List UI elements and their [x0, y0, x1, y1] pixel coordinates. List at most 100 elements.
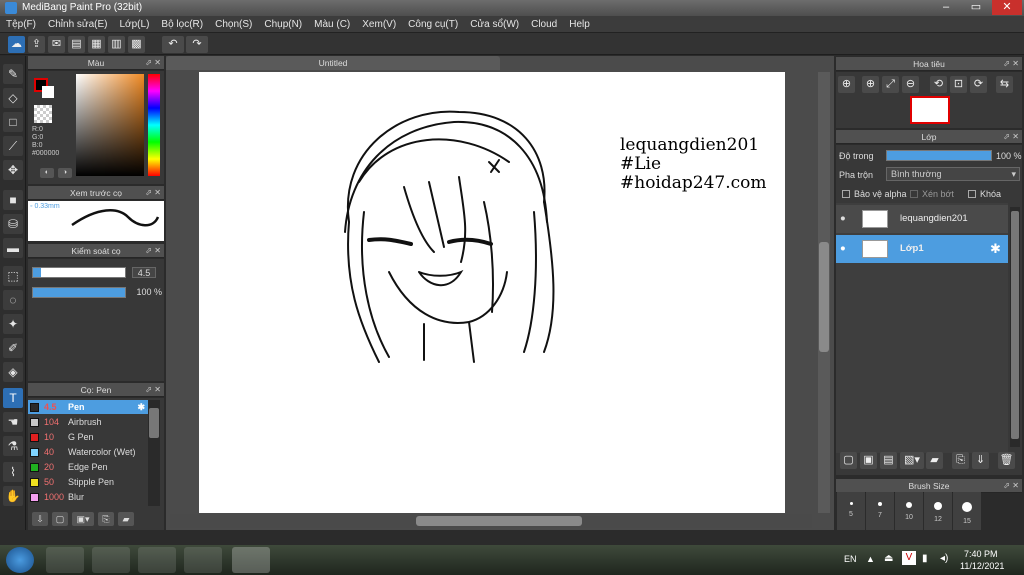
- language-indicator[interactable]: EN: [844, 554, 857, 564]
- zoom-in-icon[interactable]: ⊕: [838, 76, 855, 93]
- background-color-swatch[interactable]: [42, 86, 54, 98]
- tray-arrow-icon[interactable]: ▲: [866, 554, 875, 564]
- line-tool-icon[interactable]: ⟋: [3, 136, 23, 156]
- network-icon[interactable]: ▮: [922, 553, 928, 564]
- layer-row-lop1[interactable]: ● Lớp1 ✱: [836, 235, 1008, 263]
- add-layer-menu-icon[interactable]: ▧▾: [900, 452, 924, 469]
- panel-close-icon[interactable]: ⬀ ✕: [145, 244, 161, 258]
- panel-close-icon[interactable]: ⬀ ✕: [1003, 130, 1019, 144]
- panel-close-icon[interactable]: ⬀ ✕: [1003, 57, 1019, 71]
- media-player-icon[interactable]: [92, 547, 130, 573]
- operation-tool-icon[interactable]: ☚: [3, 412, 23, 432]
- app-icon[interactable]: [184, 547, 222, 573]
- brush-item[interactable]: 50 Stipple Pen: [28, 475, 148, 489]
- antivirus-icon[interactable]: V: [902, 551, 916, 565]
- layer-opacity-slider[interactable]: [886, 150, 992, 161]
- download-icon[interactable]: ⇩: [32, 512, 48, 526]
- add-brush-icon[interactable]: ▣▾: [72, 512, 94, 526]
- canvas-vertical-scrollbar[interactable]: [818, 72, 830, 513]
- brush-size-preset-15[interactable]: 15: [953, 492, 981, 530]
- protect-alpha-checkbox[interactable]: Bảo vệ alpha: [842, 189, 907, 199]
- eyedropper-icon[interactable]: ⌇: [3, 462, 23, 482]
- panel-close-icon[interactable]: ⬀ ✕: [145, 383, 161, 397]
- brush-item[interactable]: 4.5 Pen ✱: [28, 400, 148, 414]
- bucket-tool-icon[interactable]: ⛁: [3, 214, 23, 234]
- page-icon[interactable]: ▦: [88, 36, 105, 53]
- menu-select[interactable]: Chọn(S): [209, 16, 258, 33]
- start-button-icon[interactable]: [6, 547, 34, 573]
- menu-layer[interactable]: Lớp(L): [114, 16, 156, 33]
- folder-icon[interactable]: ▰: [926, 452, 943, 469]
- merge-layer-icon[interactable]: ⇓: [972, 452, 989, 469]
- gradient-tool-icon[interactable]: ▬: [3, 238, 23, 258]
- text-tool-icon[interactable]: T: [3, 388, 23, 408]
- menu-help[interactable]: Help: [563, 16, 596, 33]
- clipping-checkbox[interactable]: Xén bớt: [910, 189, 954, 199]
- size-value[interactable]: 4.5: [132, 267, 156, 278]
- chat-icon[interactable]: ✉: [48, 36, 65, 53]
- rectangle-tool-icon[interactable]: □: [3, 112, 23, 132]
- volume-icon[interactable]: ◂): [940, 553, 948, 564]
- share-icon[interactable]: ⇪: [28, 36, 45, 53]
- lock-checkbox[interactable]: Khóa: [968, 189, 1001, 199]
- magic-wand-icon[interactable]: ✦: [3, 314, 23, 334]
- layer-row-lequangdien201[interactable]: ● lequangdien201: [836, 205, 1008, 233]
- eraser-tool-icon[interactable]: ◇: [3, 88, 23, 108]
- hand-tool-icon[interactable]: ✋: [3, 486, 23, 506]
- clock-time[interactable]: 7:40 PM: [964, 549, 998, 559]
- minimize-button[interactable]: –: [932, 0, 960, 15]
- fit-icon[interactable]: ⤢: [882, 76, 899, 93]
- copy-brush-icon[interactable]: ⎘: [98, 512, 114, 526]
- menu-window[interactable]: Cửa sổ(W): [464, 16, 525, 33]
- folder-icon[interactable]: ▰: [118, 512, 134, 526]
- brush-size-preset-5[interactable]: 5: [837, 492, 865, 530]
- menu-tools[interactable]: Công cụ(T): [402, 16, 464, 33]
- brush-size-preset-7[interactable]: 7: [866, 492, 894, 530]
- eye-icon[interactable]: ●: [840, 243, 846, 254]
- menu-edit[interactable]: Chỉnh sửa(E): [42, 16, 114, 33]
- chrome-icon[interactable]: [138, 547, 176, 573]
- redo-icon[interactable]: ↷: [186, 36, 208, 53]
- lasso-tool-icon[interactable]: ◌: [3, 290, 23, 310]
- zoom-out-icon[interactable]: ⊖: [902, 76, 919, 93]
- clock-date[interactable]: 11/12/2021: [960, 561, 1004, 571]
- layer-list-scrollbar[interactable]: [1010, 207, 1020, 447]
- select-tool-icon[interactable]: ⬚: [3, 266, 23, 286]
- grid-icon[interactable]: ▩: [128, 36, 145, 53]
- brush-tool-icon[interactable]: ✎: [3, 64, 23, 84]
- menu-filter[interactable]: Bộ lọc(R): [155, 16, 209, 33]
- new-brush-icon[interactable]: ▢: [52, 512, 68, 526]
- brush-item[interactable]: 10 G Pen: [28, 430, 148, 444]
- menu-view[interactable]: Xem(V): [356, 16, 402, 33]
- panel-close-icon[interactable]: ⬀ ✕: [145, 186, 161, 200]
- brush-item[interactable]: 104 Airbrush: [28, 415, 148, 429]
- zoom-in-alt-icon[interactable]: ⊕: [862, 76, 879, 93]
- color-settings-icon[interactable]: ◑: [58, 168, 72, 178]
- document-icon[interactable]: ▤: [68, 36, 85, 53]
- rotate-left-icon[interactable]: ⟲: [930, 76, 947, 93]
- gear-icon[interactable]: ✱: [137, 400, 145, 414]
- explorer-icon[interactable]: [46, 547, 84, 573]
- select-eraser-icon[interactable]: ◈: [3, 362, 23, 382]
- panel-icon[interactable]: ▥: [108, 36, 125, 53]
- new-layer-alt-icon[interactable]: ▣: [860, 452, 877, 469]
- menu-color[interactable]: Màu (C): [308, 16, 356, 33]
- new-layer-icon[interactable]: ▢: [840, 452, 857, 469]
- saturation-value-picker[interactable]: [76, 74, 144, 176]
- opacity-slider[interactable]: [32, 287, 126, 298]
- hue-slider[interactable]: [148, 74, 160, 176]
- trash-icon[interactable]: 🗑: [998, 452, 1015, 469]
- new-raster-icon[interactable]: ▤: [880, 452, 897, 469]
- panel-close-icon[interactable]: ⬀ ✕: [1003, 479, 1019, 493]
- undo-icon[interactable]: ↶: [162, 36, 184, 53]
- menu-file[interactable]: Tệp(F): [0, 16, 42, 33]
- close-button[interactable]: ✕: [992, 0, 1022, 15]
- select-pen-icon[interactable]: ✐: [3, 338, 23, 358]
- palette-icon[interactable]: ◐: [40, 168, 54, 178]
- transparent-color-swatch[interactable]: [34, 105, 52, 123]
- navigator-thumbnail[interactable]: [910, 96, 950, 124]
- document-tab[interactable]: Untitled: [166, 56, 500, 70]
- duplicate-layer-icon[interactable]: ⎘: [952, 452, 969, 469]
- dropper-tool-icon[interactable]: ⚗: [3, 436, 23, 456]
- brush-list-scrollbar[interactable]: [148, 400, 160, 506]
